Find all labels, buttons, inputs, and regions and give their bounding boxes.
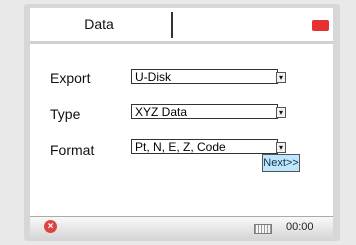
tab-data[interactable]: Data xyxy=(30,8,168,40)
keyboard-icon[interactable] xyxy=(254,224,272,234)
export-select[interactable]: U-Disk xyxy=(131,69,278,84)
format-label: Format xyxy=(50,142,95,158)
type-chevron-down-icon[interactable]: ▾ xyxy=(276,107,286,118)
next-button-label: Next>> xyxy=(263,157,299,169)
format-select[interactable]: Pt, N, E, Z, Code xyxy=(131,139,278,154)
export-label: Export xyxy=(50,70,91,86)
battery-icon xyxy=(312,20,329,31)
type-label: Type xyxy=(50,106,81,122)
type-select[interactable]: XYZ Data xyxy=(131,104,278,119)
format-select-value: Pt, N, E, Z, Code xyxy=(135,140,226,154)
close-icon[interactable]: × xyxy=(44,220,57,233)
tab-bar: Data xyxy=(30,8,333,40)
clock-text: 00:00 xyxy=(286,221,314,233)
tab-divider xyxy=(171,12,173,38)
format-chevron-down-icon[interactable]: ▾ xyxy=(276,142,286,153)
tab-data-label: Data xyxy=(84,16,114,32)
device-frame: Data Export U-Disk ▾ Type XYZ Data ▾ For… xyxy=(24,4,340,241)
tab-underline xyxy=(30,41,333,44)
next-button[interactable]: Next>> xyxy=(262,154,300,172)
screen: Data Export U-Disk ▾ Type XYZ Data ▾ For… xyxy=(30,8,333,239)
export-select-value: U-Disk xyxy=(135,70,171,84)
status-bar: × 00:00 xyxy=(30,216,333,239)
export-chevron-down-icon[interactable]: ▾ xyxy=(276,72,286,83)
type-select-value: XYZ Data xyxy=(135,105,188,119)
